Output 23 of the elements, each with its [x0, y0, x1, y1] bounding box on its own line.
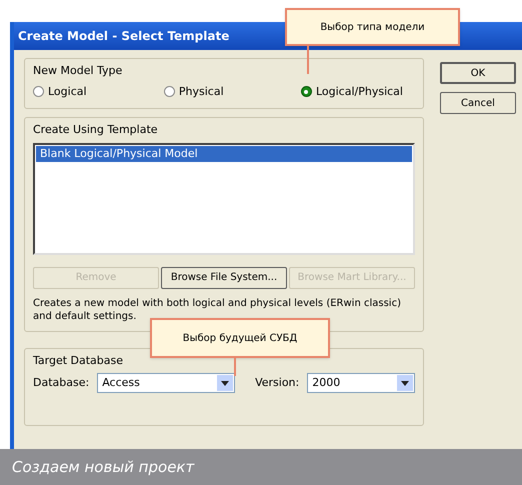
radio-button[interactable]	[300, 86, 312, 98]
window-title: Create Model - Select Template	[18, 28, 230, 45]
callout: Выбор будущей СУБД	[150, 318, 330, 358]
caption-text: Создаем новый проект	[12, 456, 194, 478]
group-label: Target Database	[33, 352, 124, 368]
dialog-button[interactable]: Cancel	[440, 92, 516, 114]
group-label: New Model Type	[33, 63, 124, 79]
list-item[interactable]: Blank Logical/Physical Model	[36, 146, 412, 162]
caret-icon	[217, 375, 234, 391]
radio-label: Logical/Physical	[316, 84, 403, 100]
dialog-button[interactable]: Browse File System...	[161, 266, 287, 288]
field-label: Database:	[33, 374, 90, 391]
radio-button[interactable]	[164, 86, 175, 98]
ok-button[interactable]: OK	[440, 62, 516, 84]
radio-button[interactable]	[33, 86, 44, 98]
caret-icon	[397, 375, 413, 391]
group-label: Create Using Template	[33, 122, 159, 138]
field-label: Version:	[255, 374, 300, 391]
callout: Выбор типа модели	[285, 8, 460, 46]
radio-label: Physical	[178, 84, 224, 100]
dropdown-field[interactable]: 2000	[307, 373, 415, 393]
dropdown-field[interactable]: Access	[97, 373, 236, 393]
radio-label: Logical	[48, 84, 87, 100]
